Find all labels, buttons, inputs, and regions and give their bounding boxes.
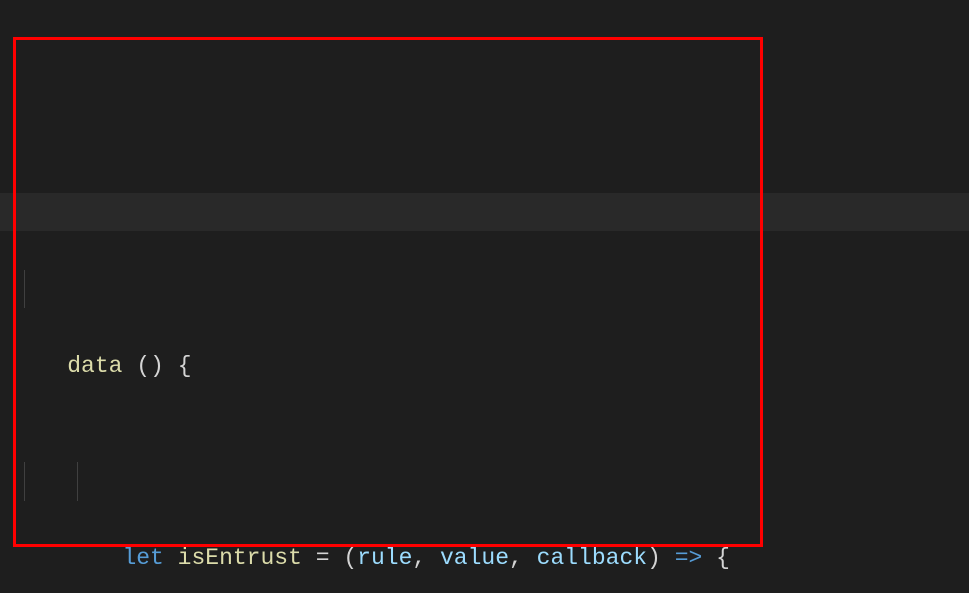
token-kw: let [122,545,163,571]
token-fn: isEntrust [178,545,302,571]
token-punc: ( [343,545,357,571]
token-kw: => [675,545,703,571]
token-punc: ( [136,353,150,379]
token-punc: , [509,545,523,571]
token-punc: { [716,545,730,571]
code-editor[interactable]: data () { let isEntrust = (rule, value, … [0,0,969,593]
token-punc [164,353,178,379]
token-punc: ) [647,545,661,571]
token-punc [122,353,136,379]
current-line-highlight [0,193,969,232]
token-var: rule [357,545,412,571]
token-fn: data [67,353,122,379]
token-punc: , [412,545,426,571]
token-op: = [316,545,330,571]
token-punc: { [178,353,192,379]
token-punc: ) [150,353,164,379]
code-line: let isEntrust = (rule, value, callback) … [12,462,969,501]
token-var: value [440,545,509,571]
token-var: callback [537,545,647,571]
code-line: data () { [12,270,969,309]
